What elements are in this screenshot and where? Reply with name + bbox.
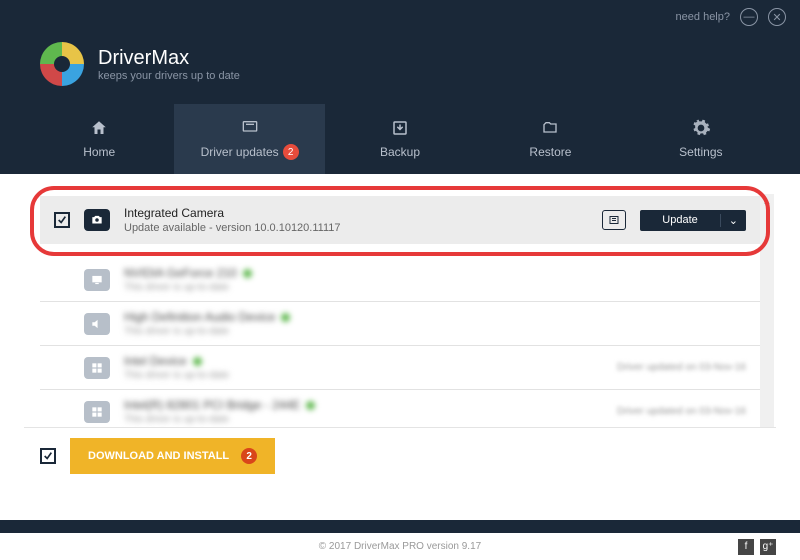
driver-status: Update available - version 10.0.10120.11… [124, 222, 588, 234]
scrollbar[interactable]: ▲ ▼ [760, 194, 774, 456]
driver-row: High Definition Audio Device This driver… [40, 302, 760, 345]
nav-backup[interactable]: Backup [325, 104, 475, 174]
info-button[interactable] [602, 210, 626, 230]
driver-status: This driver is up-to-date [124, 326, 746, 337]
gear-icon [690, 119, 712, 137]
nav-driver-updates[interactable]: Driver updates 2 [174, 104, 324, 174]
status-dot-icon [243, 269, 252, 278]
status-dot-icon [193, 357, 202, 366]
nav-settings[interactable]: Settings [626, 104, 776, 174]
driver-note: Driver updated on 03-Nov-16 [617, 362, 746, 373]
restore-icon [539, 119, 561, 137]
driver-status: This driver is up-to-date [124, 370, 603, 381]
help-link[interactable]: need help? [676, 11, 730, 23]
update-button[interactable]: Update ⌄ [640, 210, 746, 231]
minimize-button[interactable]: — [740, 8, 758, 26]
content-area: Integrated Camera Update available - ver… [0, 174, 800, 520]
app-header: DriverMax keeps your drivers up to date [0, 34, 800, 104]
driver-status: This driver is up-to-date [124, 282, 746, 293]
nav-settings-label: Settings [679, 145, 722, 159]
nav-restore-label: Restore [529, 145, 571, 159]
nav-backup-label: Backup [380, 145, 420, 159]
download-install-button[interactable]: DOWNLOAD AND INSTALL 2 [70, 438, 275, 474]
driver-name: Intel(R) 82801 PCI Bridge - 244E [124, 398, 300, 412]
select-all-checkbox[interactable] [40, 448, 56, 464]
scroll-up-icon[interactable]: ▲ [760, 194, 774, 208]
nav-restore[interactable]: Restore [475, 104, 625, 174]
app-subtitle: keeps your drivers up to date [98, 70, 240, 82]
updates-icon [239, 118, 261, 136]
facebook-icon[interactable]: f [738, 539, 754, 555]
nav-home-label: Home [83, 145, 115, 159]
copyright: © 2017 DriverMax PRO version 9.17 [319, 541, 481, 552]
footer: © 2017 DriverMax PRO version 9.17 f g⁺ [0, 533, 800, 560]
app-logo-icon [40, 42, 84, 86]
driver-row: Integrated Camera Update available - ver… [40, 196, 760, 244]
status-dot-icon [306, 401, 315, 410]
main-nav: Home Driver updates 2 Backup Restore Set… [0, 104, 800, 174]
nav-home[interactable]: Home [24, 104, 174, 174]
driver-note: Driver updated on 03-Nov-16 [617, 406, 746, 417]
nav-updates-label: Driver updates [201, 145, 279, 159]
app-title: DriverMax [98, 47, 240, 70]
driver-row: NVIDIA GeForce 210 This driver is up-to-… [40, 258, 760, 301]
close-button[interactable]: ✕ [768, 8, 786, 26]
download-label: DOWNLOAD AND INSTALL [88, 450, 229, 462]
driver-name: High Definition Audio Device [124, 310, 275, 324]
backup-icon [389, 119, 411, 137]
driver-name: Integrated Camera [124, 206, 588, 220]
update-button-label: Update [640, 214, 719, 226]
home-icon [88, 119, 110, 137]
download-badge: 2 [241, 448, 257, 464]
driver-name: Intel Device [124, 354, 187, 368]
windows-icon [84, 357, 110, 379]
google-plus-icon[interactable]: g⁺ [760, 539, 776, 555]
windows-icon [84, 401, 110, 423]
status-dot-icon [281, 313, 290, 322]
driver-status: This driver is up-to-date [124, 414, 603, 425]
update-dropdown-icon[interactable]: ⌄ [720, 214, 746, 227]
monitor-icon [84, 269, 110, 291]
driver-row: Intel Device This driver is up-to-date D… [40, 346, 760, 389]
audio-icon [84, 313, 110, 335]
action-bar: DOWNLOAD AND INSTALL 2 [24, 427, 776, 484]
driver-name: NVIDIA GeForce 210 [124, 266, 237, 280]
camera-icon [84, 209, 110, 231]
row-checkbox[interactable] [54, 212, 70, 228]
updates-badge: 2 [283, 144, 299, 160]
